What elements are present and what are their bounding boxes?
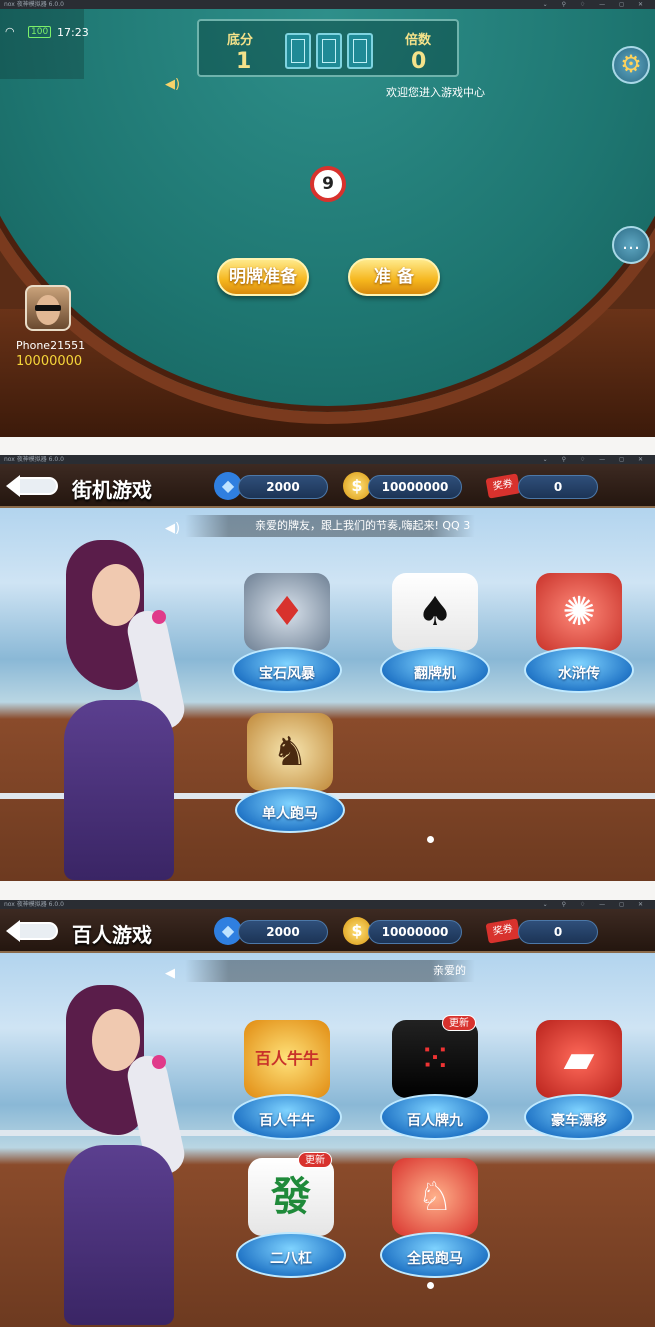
gold-coin-icon: $ [343,472,371,500]
game-label: 豪车漂移 [551,1113,607,1129]
game-tile-luxury-car-drift[interactable]: ▰ 豪车漂移 [524,1020,634,1140]
page-title: 百人游戏 [72,923,152,947]
horse-icon: ♞ [247,713,333,791]
poker-chip-icon [152,610,166,624]
ticket-balance[interactable]: 0 [518,475,598,499]
playing-cards-icon: ♠ [392,573,478,651]
gem-machine-icon: ♦ [244,573,330,651]
game-tile-all-horse-race[interactable]: ♘ 全民跑马 [380,1158,490,1278]
game-label: 单人跑马 [262,806,318,822]
ticket-balance[interactable]: 0 [518,920,598,944]
page-title: 街机游戏 [72,478,152,502]
sports-car-icon: ▰ [536,1020,622,1098]
card-back-icon [285,33,311,69]
emulator-title: nox 夜神模拟器 6.0.0 [4,1,64,8]
base-score-value: 1 [236,49,252,74]
sunglasses-icon [35,305,61,311]
emulator-title: nox 夜神模拟器 6.0.0 [4,901,64,908]
game-tile-gem-storm[interactable]: ♦ 宝石风暴 [232,573,342,693]
coin-balance[interactable]: 10000000 [368,475,462,499]
emulator-titlebar: nox 夜神模拟器 6.0.0 ⌄ ⚲ ♢ — ◻ ✕ [0,900,655,909]
game-label: 百人牛牛 [259,1113,315,1129]
clock-time: 17:23 [57,26,89,39]
bull-icon: 百人牛牛 [244,1020,330,1098]
wifi-icon: ◠ [5,25,15,38]
player-name: Phone21551 [16,339,86,352]
dress [64,1145,174,1325]
lobby-top-bar: 百人游戏 ◆ 2000 $ 10000000 奖券 0 [0,909,655,953]
page-indicator-dot[interactable] [427,1282,434,1289]
coin-balance[interactable]: 10000000 [368,920,462,944]
battery-icon: 100 [28,26,52,38]
jockey-icon: ♘ [392,1158,478,1236]
back-arrow-icon [6,475,58,497]
hostess-illustration [48,540,198,880]
diamond-balance[interactable]: 2000 [238,920,328,944]
back-button[interactable] [6,918,60,946]
emulator-titlebar: nox 夜神模拟器 6.0.0 ⌄ ⚲ ♢ — ◻ ✕ [0,455,655,464]
ticket-icon: 奖券 [485,473,521,499]
update-badge: 更新 [298,1152,332,1168]
player-avatar[interactable] [25,285,71,331]
announcement-marquee: 亲爱的牌友，跟上我们的节奏,嗨起来! QQ 3 [185,515,475,537]
hundred-lobby-screen: nox 夜神模拟器 6.0.0 ⌄ ⚲ ♢ — ◻ ✕ 百人游戏 ◆ 2000 … [0,900,655,1327]
speaker-icon: ◀ [165,966,175,981]
emulator-titlebar: nox 夜神模拟器 6.0.0 ⌄ ⚲ ♢ — ◻ ✕ [0,0,655,9]
window-controls[interactable]: ⌄ ⚲ ♢ — ◻ ✕ [543,900,649,909]
game-label: 全民跑马 [407,1251,463,1267]
window-controls[interactable]: ⌄ ⚲ ♢ — ◻ ✕ [543,0,649,9]
score-panel: 底分 1 倍数 0 [197,19,459,77]
card-back-icon [316,33,342,69]
game-tile-solo-horse-race[interactable]: ♞ 单人跑马 [235,713,345,833]
back-button[interactable] [6,473,60,501]
ticket-icon: 奖券 [485,918,521,944]
game-tile-water-margin[interactable]: ✺ 水浒传 [524,573,634,693]
multiplier-value: 0 [411,49,427,74]
game-tile-two-eight-bar[interactable]: 發 二八杠 更新 [236,1152,346,1278]
arcade-lobby-screen: nox 夜神模拟器 6.0.0 ⌄ ⚲ ♢ — ◻ ✕ 街机游戏 ◆ 2000 … [0,455,655,881]
game-room-screen: ◠ 100 17:23 底分 1 倍数 0 ◀) 欢迎您进入游戏中心 ⚙ … 9… [0,9,655,437]
diamond-balance[interactable]: 2000 [238,475,328,499]
multiplier-label: 倍数 [405,33,432,48]
ready-button[interactable]: 准 备 [348,258,440,296]
lobby-top-bar: 街机游戏 ◆ 2000 $ 10000000 奖券 0 [0,464,655,508]
game-tile-card-flip[interactable]: ♠ 翻牌机 [380,573,490,693]
announcement-marquee: 亲爱的 [185,960,475,982]
poker-chip-icon [152,1055,166,1069]
mahjong-tile-icon: 發 [248,1158,334,1236]
player-coins: 10000000 [16,354,83,369]
dress [64,700,174,880]
back-arrow-icon [6,920,58,942]
window-controls[interactable]: ⌄ ⚲ ♢ — ◻ ✕ [543,455,649,464]
game-label: 二八杠 [270,1251,312,1267]
gold-coin-icon: $ [343,917,371,945]
show-cards-ready-button[interactable]: 明牌准备 [217,258,309,296]
game-label: 翻牌机 [414,666,456,682]
game-label: 宝石风暴 [259,666,315,682]
countdown-alarm-clock: 9 [310,166,346,202]
settings-gear-icon[interactable]: ⚙ [612,46,650,84]
chat-bubble-icon[interactable]: … [612,226,650,264]
game-tile-hundred-paigow[interactable]: ⁙ 百人牌九 更新 [380,1015,490,1140]
announcement-marquee: 欢迎您进入游戏中心 [386,86,485,99]
speaker-icon: ◀) [165,521,181,536]
game-tile-hundred-bull[interactable]: 百人牛牛 百人牛牛 [232,1020,342,1140]
page-indicator-dot[interactable] [427,836,434,843]
dominoes-icon: ⁙ [392,1020,478,1098]
game-label: 百人牌九 [407,1113,463,1129]
game-label: 水浒传 [558,666,600,682]
hostess-illustration [48,985,198,1325]
card-back-icon [347,33,373,69]
emulator-title: nox 夜神模拟器 6.0.0 [4,456,64,463]
device-status-bar: ◠ 100 17:23 [0,9,89,79]
squid-icon: ✺ [536,573,622,651]
base-score-label: 底分 [227,33,254,48]
update-badge: 更新 [442,1015,476,1031]
